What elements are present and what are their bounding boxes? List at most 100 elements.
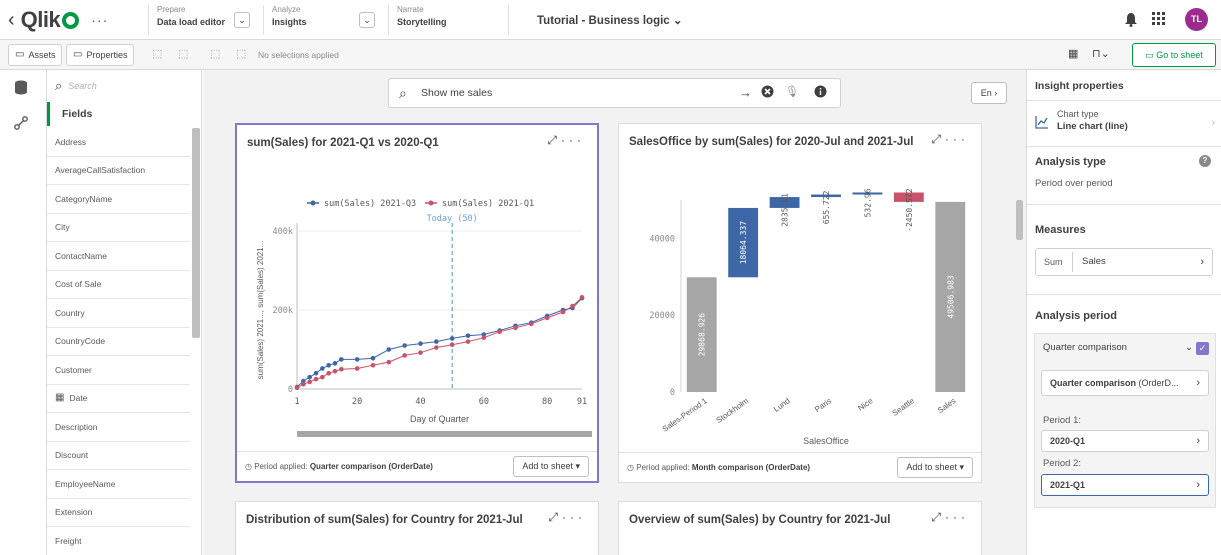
series-point-1 [497, 329, 502, 335]
user-avatar[interactable]: TL [1185, 8, 1208, 31]
field-item[interactable]: Country [47, 299, 190, 328]
info-icon[interactable] [814, 85, 827, 101]
fields-tab[interactable]: Fields [47, 102, 202, 126]
measures-title: Measures [1035, 224, 1086, 236]
qlik-logo[interactable]: Qlik [21, 7, 80, 33]
notification-bell-icon[interactable] [1124, 12, 1138, 31]
brand-text: Qlik [20, 7, 61, 32]
nav-prepare[interactable]: Prepare Data load editor [148, 5, 225, 35]
sheet-layout-icon[interactable]: ▦ [1068, 47, 1078, 60]
period-applied-text: ◷ Period applied: Quarter comparison (Or… [245, 462, 433, 471]
legend-label-1: sum(Sales) 2021-Q1 [442, 199, 534, 209]
x-tick-label: Stockholm [715, 396, 751, 425]
x-tick-label: Sales [936, 396, 958, 415]
expand-icon[interactable]: ⤢ [931, 132, 945, 146]
series-point-0 [339, 357, 344, 362]
associations-icon[interactable] [14, 116, 28, 133]
field-item-label: City [55, 222, 70, 233]
expand-icon[interactable]: ⤢ [931, 510, 945, 524]
x-axis-title: SalesOffice [803, 436, 849, 446]
distribution-card[interactable]: Distribution of sum(Sales) for Country f… [235, 501, 599, 555]
card-menu-icon[interactable]: ··· [945, 132, 969, 146]
selections-tool-icon[interactable]: ⬚ [178, 47, 188, 60]
add-to-sheet-button[interactable]: Add to sheet ▾ [513, 456, 589, 477]
help-icon[interactable]: ? [1199, 155, 1211, 167]
bookmark-icon[interactable]: ⊓⌄ [1092, 47, 1110, 60]
apps-grid-icon[interactable] [1152, 12, 1166, 30]
y-tick-label: 0 [670, 388, 675, 398]
series-point-1 [434, 345, 439, 350]
nav-analyze-caption: Analyze [272, 5, 301, 14]
analysis-type-value: Period over period [1035, 178, 1113, 189]
period2-select[interactable]: 2021-Q1 › [1041, 474, 1209, 496]
period1-value: 2020-Q1 [1050, 436, 1086, 446]
clear-selections-icon[interactable]: ⬚ [210, 47, 220, 60]
properties-label: Properties [86, 50, 128, 60]
field-item[interactable]: Address [47, 128, 190, 157]
line-chart-card[interactable]: sum(Sales) for 2021-Q1 vs 2020-Q1 ⤢··· s… [235, 123, 599, 483]
period1-select[interactable]: 2020-Q1 › [1041, 430, 1209, 452]
overview-card[interactable]: Overview of sum(Sales) by Country for 20… [618, 501, 982, 555]
ask-query-text[interactable]: Show me sales [421, 87, 492, 99]
fields-search[interactable]: ⌕ Search [47, 70, 202, 102]
waterfall-chart-card[interactable]: SalesOffice by sum(Sales) for 2020-Jul a… [618, 123, 982, 483]
line-chart[interactable]: sum(Sales) 2021-Q3 sum(Sales) 2021-Q1 0 200… [237, 161, 597, 451]
field-item[interactable]: Cost of Sale [47, 271, 190, 299]
period-detail-chevron-icon: › [1196, 377, 1200, 389]
back-chevron-icon[interactable]: ‹ [8, 10, 15, 30]
nav-analyze-dropdown-icon[interactable]: ⌄ [359, 12, 375, 28]
expand-icon[interactable]: ⤢ [548, 510, 562, 524]
canvas-scrollbar[interactable] [1016, 200, 1023, 240]
series-point-1 [339, 366, 344, 372]
field-item[interactable]: AverageCallSatisfaction [47, 157, 190, 185]
card-menu-icon[interactable]: ··· [945, 510, 969, 524]
field-item[interactable]: City [47, 214, 190, 242]
fields-scrollbar[interactable] [192, 128, 200, 338]
chart-scrollbar [297, 431, 592, 437]
nav-analyze[interactable]: Analyze Insights [263, 5, 307, 35]
field-item-label: CountryCode [55, 336, 106, 347]
field-item[interactable]: ContactName [47, 242, 190, 271]
field-item[interactable]: CountryCode [47, 328, 190, 356]
add-to-sheet-button[interactable]: Add to sheet ▾ [897, 457, 973, 478]
field-item[interactable]: Discount [47, 442, 190, 470]
go-to-sheet-button[interactable]: ▭ Go to sheet [1132, 43, 1216, 67]
field-item[interactable]: ▦ Date [47, 385, 190, 413]
field-item[interactable]: EmployeeName [47, 470, 190, 499]
y-tick-label: 400k [273, 227, 293, 237]
nav-prepare-dropdown-icon[interactable]: ⌄ [234, 12, 250, 28]
more-options-icon[interactable]: ··· [91, 12, 108, 28]
sheet-toolbar: ▭ Assets ▭ Properties ⬚ ⬚ ⬚ ⬚ No selection… [0, 40, 1221, 70]
measure-sum-sales[interactable]: Sum Sales › [1035, 248, 1213, 276]
field-item[interactable]: Extension [47, 499, 190, 527]
card-menu-icon[interactable]: ··· [562, 510, 586, 524]
series-point-1 [386, 359, 392, 365]
nav-narrate[interactable]: Narrate Storytelling [388, 5, 447, 35]
field-item[interactable]: Customer [47, 356, 190, 385]
assets-button[interactable]: ▭ Assets [8, 44, 63, 66]
field-item[interactable]: Description [47, 413, 190, 442]
database-icon[interactable] [14, 80, 28, 98]
ask-bar[interactable]: ⌕ Show me sales → 🎙 [388, 78, 841, 108]
period-mode-select[interactable]: Quarter comparison ⌄ [1043, 342, 1193, 360]
period-detail-selector[interactable]: Quarter comparison (OrderD... › [1041, 370, 1209, 396]
series-point-0 [326, 363, 331, 368]
chart-type-selector[interactable]: Chart type Line chart (line) › [1035, 107, 1215, 141]
card-menu-icon[interactable]: ··· [561, 133, 585, 147]
microphone-icon[interactable]: 🎙 [785, 85, 799, 98]
language-button[interactable]: En › [971, 82, 1007, 104]
left-icon-rail [0, 70, 47, 555]
smart-search-icon[interactable]: ⬚ [152, 47, 162, 60]
step-back-icon[interactable]: ⬚ [236, 47, 246, 60]
clear-query-icon[interactable] [761, 85, 774, 101]
field-item[interactable]: Freight [47, 527, 190, 555]
submit-arrow-icon[interactable]: → [739, 85, 752, 100]
waterfall-data-label: 655.722 [822, 190, 831, 224]
expand-icon[interactable]: ⤢ [547, 133, 561, 147]
field-item[interactable]: CategoryName [47, 185, 190, 214]
waterfall-chart[interactable]: 0 20000 40000 29868.926 Sales-Period 1 18064.… [619, 160, 979, 450]
series-point-1 [402, 353, 407, 358]
properties-button[interactable]: ▭ Properties [66, 44, 135, 66]
app-title[interactable]: Tutorial - Business logic ⌄ [537, 13, 683, 27]
period-enabled-checkbox[interactable]: ✓ [1196, 342, 1209, 355]
